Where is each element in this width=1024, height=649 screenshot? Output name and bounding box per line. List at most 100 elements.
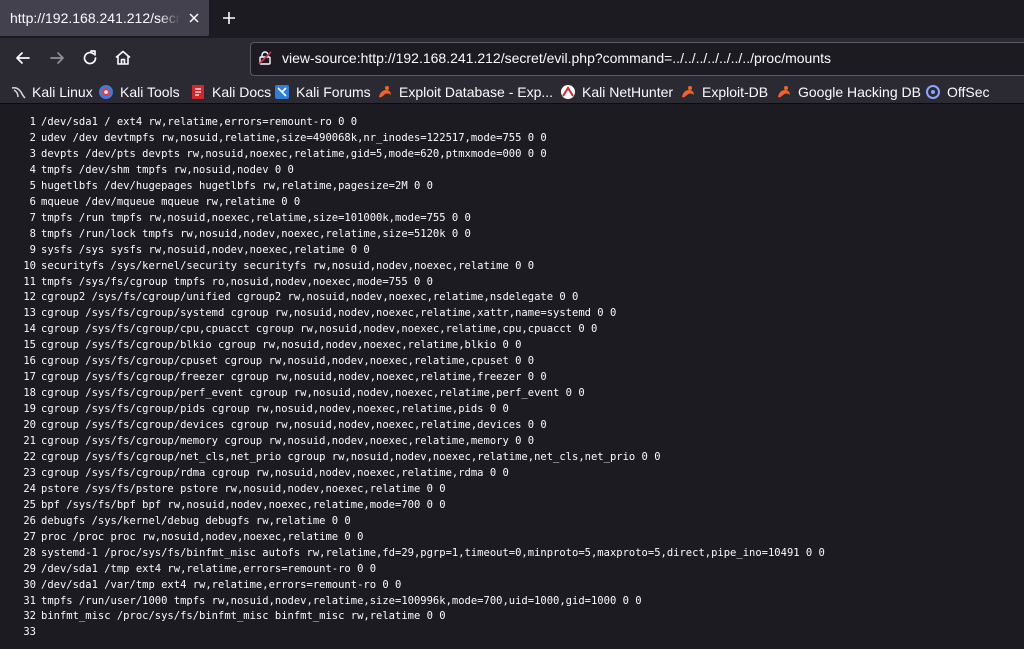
line-number: 5	[29, 179, 36, 192]
line-text[interactable]: cgroup /sys/fs/cgroup/freezer cgroup rw,…	[41, 369, 547, 385]
source-line: 3 devpts /dev/pts devpts rw,nosuid,noexec…	[0, 146, 1024, 162]
source-line: 15 cgroup /sys/fs/cgroup/blkio cgroup rw,…	[0, 337, 1024, 353]
line-text[interactable]: cgroup /sys/fs/cgroup/cpuset cgroup rw,n…	[41, 353, 534, 369]
line-number: 7	[29, 211, 36, 224]
bookmark-kali-forums[interactable]: Kali Forums	[274, 83, 371, 101]
bookmark-kali-tools[interactable]: Kali Tools	[98, 83, 180, 101]
line-number: 31	[23, 594, 36, 607]
line-text[interactable]: cgroup /sys/fs/cgroup/rdma cgroup rw,nos…	[41, 465, 509, 481]
close-icon[interactable]	[187, 11, 201, 25]
line-text[interactable]: devpts /dev/pts devpts rw,nosuid,noexec,…	[41, 146, 547, 162]
line-text[interactable]: hugetlbfs /dev/hugepages hugetlbfs rw,re…	[41, 178, 433, 194]
new-tab-plus-icon[interactable]	[220, 9, 238, 27]
line-number: 9	[29, 243, 36, 256]
bookmark-label: Exploit Database - Exp...	[399, 84, 554, 100]
line-text[interactable]: tmpfs /run/user/1000 tmpfs rw,nosuid,nod…	[41, 593, 642, 609]
reload-icon[interactable]	[80, 48, 100, 68]
kali-docs-icon	[192, 85, 204, 99]
line-number: 16	[23, 355, 36, 368]
source-line: 20 cgroup /sys/fs/cgroup/devices cgroup r…	[0, 417, 1024, 433]
kali-tools-icon	[99, 85, 113, 99]
line-number: 28	[23, 546, 36, 559]
source-line: 1/dev/sda1 / ext4 rw,relatime,errors=rem…	[0, 114, 1024, 130]
bookmark-kali-docs[interactable]: Kali Docs	[190, 83, 271, 101]
source-line: 17 cgroup /sys/fs/cgroup/freezer cgroup r…	[0, 369, 1024, 385]
line-number: 25	[23, 498, 36, 511]
line-number: 4	[29, 163, 36, 176]
line-text[interactable]: cgroup /sys/fs/cgroup/net_cls,net_prio c…	[41, 449, 661, 465]
bookmark-exploit-db[interactable]: Exploit-DB	[680, 83, 768, 101]
bookmark-kali-nethunter[interactable]: Kali NetHunter	[560, 83, 673, 101]
line-text[interactable]: tmpfs /dev/shm tmpfs rw,nosuid,nodev 0 0	[41, 162, 294, 178]
line-number: 20	[23, 419, 36, 432]
line-text[interactable]: binfmt_misc /proc/sys/fs/binfmt_misc bin…	[41, 608, 446, 624]
bookmark-exploit-database[interactable]: Exploit Database - Exp...	[377, 83, 553, 101]
source-line: 13 cgroup /sys/fs/cgroup/systemd cgroup r…	[0, 305, 1024, 321]
line-number: 3	[29, 147, 36, 160]
line-number: 18	[23, 387, 36, 400]
forward-arrow-icon[interactable]	[47, 48, 67, 68]
line-text[interactable]: udev /dev devtmpfs rw,nosuid,relatime,si…	[41, 130, 547, 146]
source-line: 29/dev/sda1 /tmp ext4 rw,relatime,errors…	[0, 561, 1024, 577]
insecure-lock-icon[interactable]	[257, 50, 273, 66]
line-text[interactable]: /dev/sda1 / ext4 rw,relatime,errors=remo…	[41, 114, 357, 130]
source-line: 22 cgroup /sys/fs/cgroup/net_cls,net_prio…	[0, 449, 1024, 465]
bookmark-label: Kali Linux	[32, 84, 93, 100]
bookmark-kali-linux[interactable]: Kali Linux	[10, 83, 93, 101]
source-line: 31 tmpfs /run/user/1000 tmpfs rw,nosuid,n…	[0, 593, 1024, 609]
source-line: 18 cgroup /sys/fs/cgroup/perf_event cgrou…	[0, 385, 1024, 401]
back-arrow-icon[interactable]	[13, 48, 33, 68]
line-text[interactable]: cgroup /sys/fs/cgroup/pids cgroup rw,nos…	[41, 401, 509, 417]
line-text[interactable]: pstore /sys/fs/pstore pstore rw,nosuid,n…	[41, 481, 446, 497]
bookmark-google-hacking-db[interactable]: Google Hacking DB	[776, 83, 921, 101]
line-text[interactable]: tmpfs /run/lock tmpfs rw,nosuid,nodev,no…	[41, 226, 471, 242]
line-text[interactable]: cgroup /sys/fs/cgroup/systemd cgroup rw,…	[41, 305, 616, 321]
ghdb-icon	[778, 86, 790, 98]
line-text[interactable]: cgroup /sys/fs/cgroup/devices cgroup rw,…	[41, 417, 547, 433]
bookmark-label: Kali Forums	[296, 84, 371, 100]
line-number: 8	[29, 227, 36, 240]
home-icon[interactable]	[113, 48, 133, 68]
line-text[interactable]: debugfs /sys/kernel/debug debugfs rw,rel…	[41, 513, 351, 529]
bookmark-label: Exploit-DB	[702, 84, 769, 100]
view-source-content: 1/dev/sda1 / ext4 rw,relatime,errors=rem…	[0, 105, 1024, 649]
line-number: 33	[23, 626, 36, 639]
line-number: 2	[29, 131, 36, 144]
source-line: 16 cgroup /sys/fs/cgroup/cpuset cgroup rw…	[0, 353, 1024, 369]
source-line: 30/dev/sda1 /var/tmp ext4 rw,relatime,er…	[0, 577, 1024, 593]
source-line: 10 securityfs /sys/kernel/security securi…	[0, 258, 1024, 274]
line-text[interactable]: cgroup /sys/fs/cgroup/blkio cgroup rw,no…	[41, 337, 521, 353]
source-line: 33	[0, 624, 1024, 640]
line-number: 15	[23, 339, 36, 352]
line-text[interactable]: tmpfs /sys/fs/cgroup tmpfs ro,nosuid,nod…	[41, 274, 433, 290]
line-number: 14	[23, 323, 36, 336]
source-line: 19 cgroup /sys/fs/cgroup/pids cgroup rw,n…	[0, 401, 1024, 417]
tab-active[interactable]: http://192.168.241.212/secret/evil.php	[0, 0, 209, 36]
source-line: 26 debugfs /sys/kernel/debug debugfs rw,r…	[0, 513, 1024, 529]
line-text[interactable]: tmpfs /run tmpfs rw,nosuid,noexec,relati…	[41, 210, 471, 226]
source-line: 6 mqueue /dev/mqueue mqueue rw,relatime 0…	[0, 194, 1024, 210]
source-line: 2 udev /dev devtmpfs rw,nosuid,relatime,s…	[0, 130, 1024, 146]
line-text[interactable]: bpf /sys/fs/bpf bpf rw,nosuid,nodev,noex…	[41, 497, 446, 513]
line-text[interactable]: cgroup2 /sys/fs/cgroup/unified cgroup2 r…	[41, 289, 578, 305]
line-text[interactable]: securityfs /sys/kernel/security security…	[41, 258, 534, 274]
line-text[interactable]: /dev/sda1 /tmp ext4 rw,relatime,errors=r…	[41, 561, 376, 577]
line-number: 12	[23, 291, 36, 304]
line-text[interactable]: cgroup /sys/fs/cgroup/memory cgroup rw,n…	[41, 433, 534, 449]
source-line: 24 pstore /sys/fs/pstore pstore rw,nosuid…	[0, 481, 1024, 497]
line-text[interactable]: /dev/sda1 /var/tmp ext4 rw,relatime,erro…	[41, 577, 401, 593]
line-text[interactable]: mqueue /dev/mqueue mqueue rw,relatime 0 …	[41, 194, 300, 210]
source-line: 8 tmpfs /run/lock tmpfs rw,nosuid,nodev,n…	[0, 226, 1024, 242]
bookmark-offsec[interactable]: OffSec	[925, 83, 990, 101]
line-text[interactable]: proc /proc proc rw,nosuid,nodev,noexec,r…	[41, 529, 363, 545]
line-text[interactable]: sysfs /sys sysfs rw,nosuid,nodev,noexec,…	[41, 242, 370, 258]
address-bar-url[interactable]: view-source:http://192.168.241.212/secre…	[282, 50, 831, 66]
bookmark-label: Google Hacking DB	[798, 84, 921, 100]
source-line: 25 bpf /sys/fs/bpf bpf rw,nosuid,nodev,no…	[0, 497, 1024, 513]
line-text[interactable]: cgroup /sys/fs/cgroup/cpu,cpuacct cgroup…	[41, 321, 597, 337]
line-text[interactable]: cgroup /sys/fs/cgroup/perf_event cgroup …	[41, 385, 585, 401]
line-number: 13	[23, 307, 36, 320]
source-line: 32 binfmt_misc /proc/sys/fs/binfmt_misc b…	[0, 608, 1024, 624]
source-line: 5 hugetlbfs /dev/hugepages hugetlbfs rw,r…	[0, 178, 1024, 194]
line-text[interactable]: systemd-1 /proc/sys/fs/binfmt_misc autof…	[41, 545, 825, 561]
